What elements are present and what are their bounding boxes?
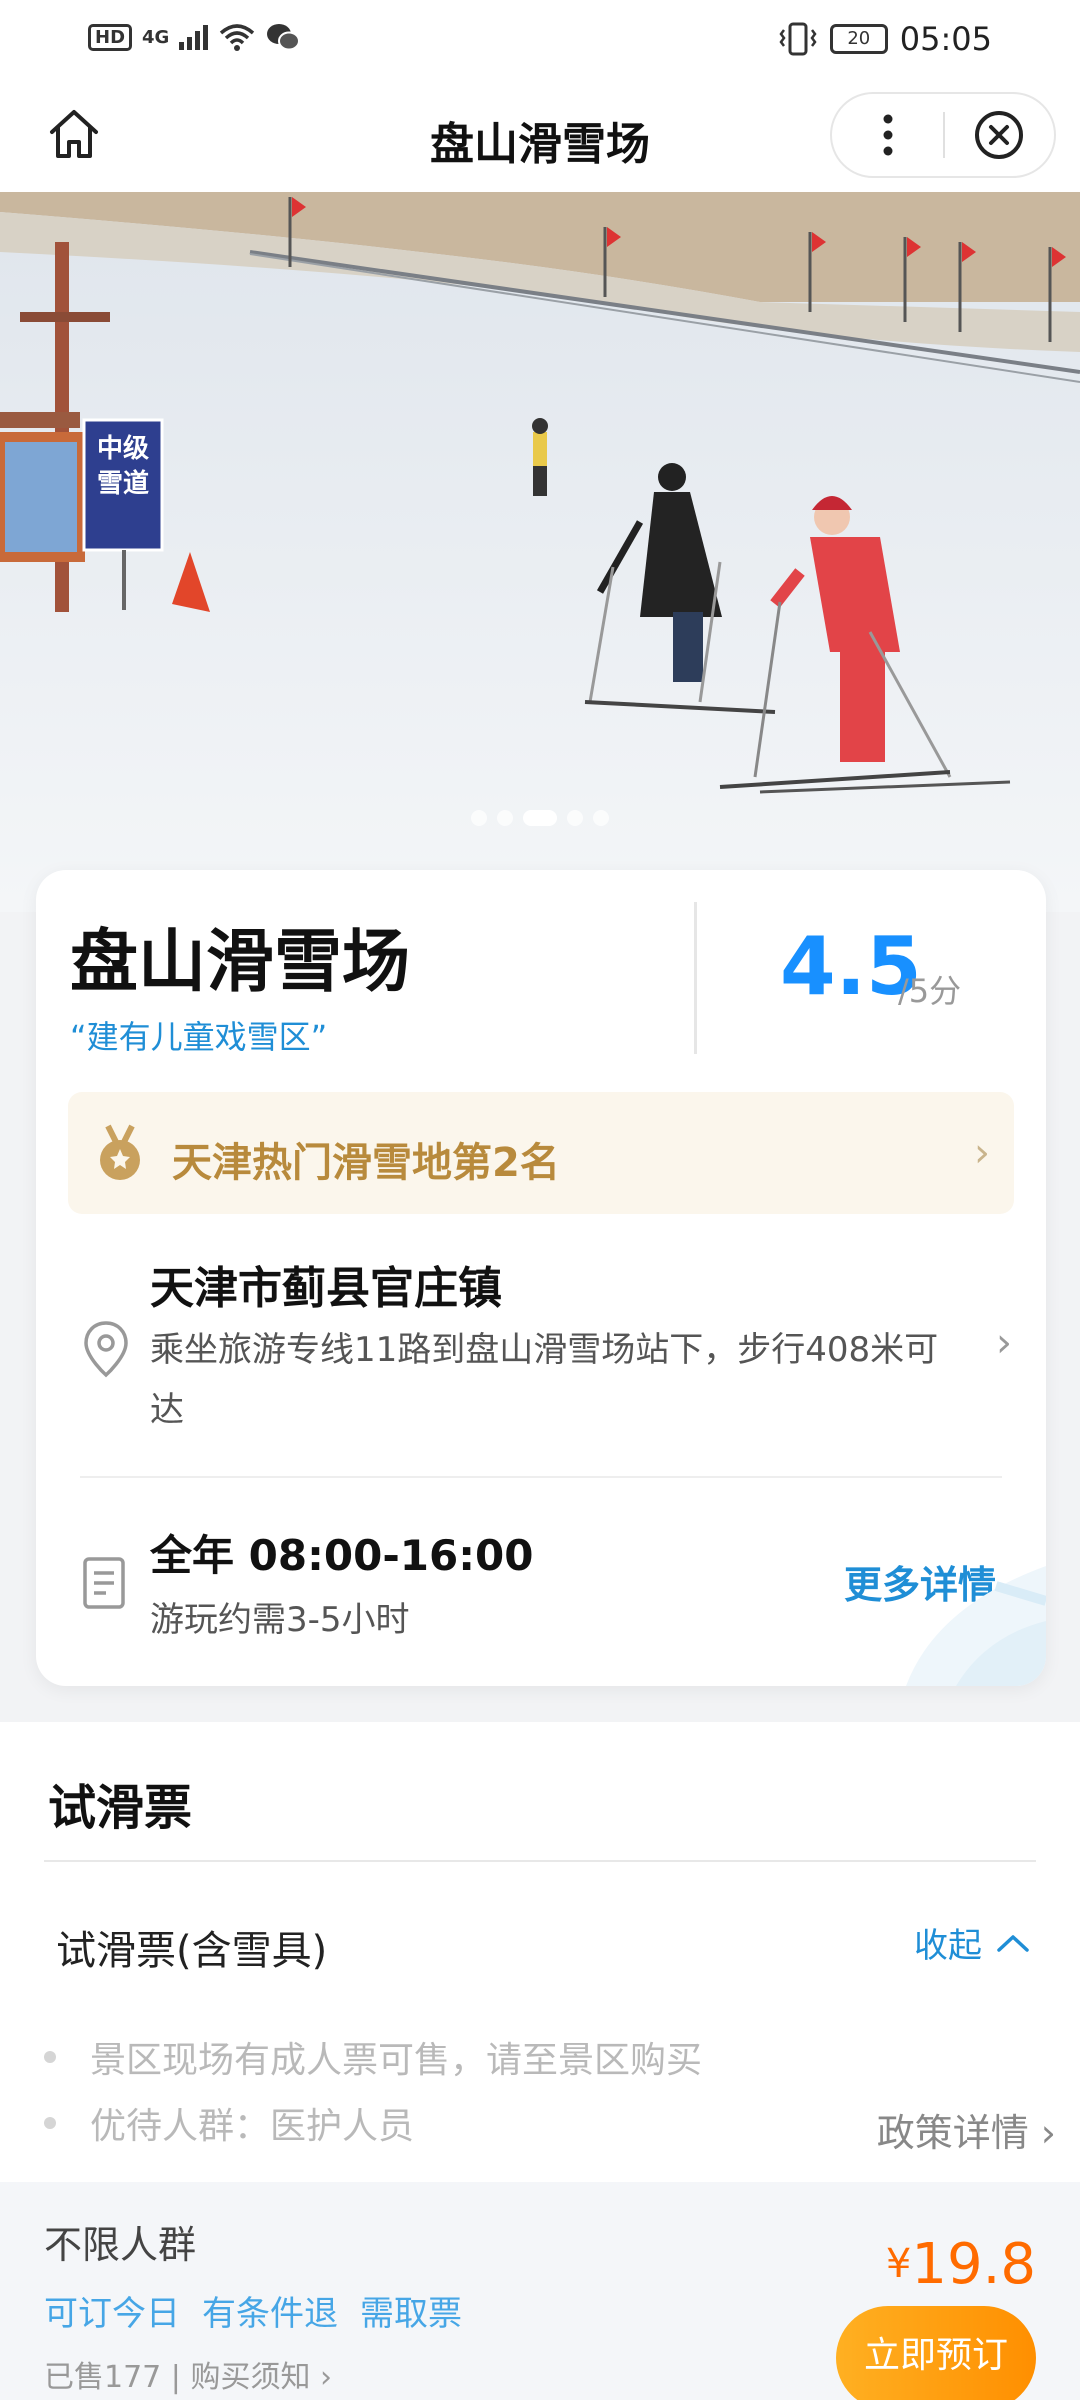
ticket-product: 不限人群 可订今日 有条件退 需取票 已售177 | 购买须知 › ¥19.8 … <box>0 2182 1080 2400</box>
collapse-label: 收起 <box>914 1926 982 1966</box>
document-icon <box>83 1557 125 1609</box>
tag-pickup: 需取票 <box>360 2294 462 2334</box>
address-title[interactable]: 天津市蓟县官庄镇 <box>150 1252 502 1316</box>
sign-text-1: 中级 <box>97 433 149 464</box>
network-label: 4G <box>142 26 170 48</box>
scenic-tagline: “建有儿童戏雪区” <box>70 1018 328 1056</box>
ticket-notes: 景区现场有成人票可售，请至景区购买 优待人群：医护人员 政策详情 › <box>44 2024 1056 2156</box>
close-button[interactable] <box>945 92 1054 178</box>
note-item: 景区现场有成人票可售，请至景区购买 <box>44 2024 1056 2090</box>
section-divider <box>44 1860 1036 1862</box>
hero-image-carousel[interactable]: 中级 雪道 <box>0 192 1080 912</box>
carousel-dot <box>567 810 583 826</box>
medal-icon <box>100 1124 140 1180</box>
status-left: HD 4G <box>88 22 301 52</box>
map-decoration <box>906 1566 1046 1686</box>
carousel-dot-active <box>523 810 557 826</box>
policy-label: 政策详情 <box>876 2111 1029 2155</box>
scenic-detail-page: HD 4G 20 05:05 盘山滑雪场 中级 雪道 盘山滑雪场 “建有儿童戏雪… <box>0 0 1080 2400</box>
carousel-dot <box>497 810 513 826</box>
note-text: 景区现场有成人票可售，请至景区购买 <box>90 2040 703 2081</box>
score-divider <box>694 902 697 1054</box>
sign-text-2: 雪道 <box>97 468 149 499</box>
mini-program-capsule <box>830 92 1056 178</box>
price: ¥19.8 <box>886 2232 1036 2297</box>
tag-book-today: 可订今日 <box>44 2294 180 2334</box>
ticket-name: 试滑票(含雪具) <box>56 1928 328 1974</box>
signal-icon <box>179 25 209 50</box>
nav-bar: 盘山滑雪场 <box>0 80 1080 192</box>
bullet-icon <box>44 2051 56 2063</box>
status-bar: HD 4G 20 05:05 <box>0 0 1080 80</box>
scenic-name: 盘山滑雪场 <box>70 923 411 1002</box>
tag-refund: 有条件退 <box>202 2294 338 2334</box>
sold-info: 已售177 | 购买须知 <box>44 2360 320 2395</box>
chevron-up-icon <box>997 1934 1029 1952</box>
collapse-button[interactable]: 收起 <box>914 1918 1030 1967</box>
note-item: 优待人群：医护人员 政策详情 › <box>44 2090 1056 2156</box>
product-tags: 可订今日 有条件退 需取票 <box>44 2286 462 2335</box>
ranking-text: 天津热门滑雪地第2名 <box>172 1140 560 1186</box>
book-now-button[interactable]: 立即预订 <box>836 2306 1036 2400</box>
visit-duration: 游玩约需3-5小时 <box>150 1600 410 1640</box>
chevron-right-icon: › <box>974 1130 990 1176</box>
info-divider <box>80 1476 1002 1478</box>
ski-slope-photo: 中级 雪道 <box>0 192 1080 912</box>
carousel-dot <box>593 810 609 826</box>
policy-details-link[interactable]: 政策详情 › <box>877 2102 1056 2157</box>
battery-icon: 20 <box>829 24 888 54</box>
carousel-indicator <box>0 810 1080 826</box>
scenic-info-card: 盘山滑雪场 “建有儿童戏雪区” 4.5 /5分 天津热门滑雪地第2名 › 天津市… <box>36 870 1046 1686</box>
ticket-section: 试滑票 试滑票(含雪具) 收起 景区现场有成人票可售，请至景区购买 优待人群：医… <box>0 1722 1080 2182</box>
location-pin-icon <box>84 1321 128 1378</box>
vibrate-icon <box>779 22 817 56</box>
more-vertical-icon <box>883 114 892 156</box>
note-text: 优待人群：医护人员 <box>90 2106 415 2147</box>
address-directions[interactable]: 乘坐旅游专线11路到盘山滑雪场站下，步行408米可达 <box>150 1320 970 1440</box>
ranking-banner[interactable]: 天津热门滑雪地第2名 › <box>68 1092 1014 1214</box>
hd-indicator: HD <box>88 23 133 51</box>
carousel-dot <box>471 810 487 826</box>
ticket-section-title: 试滑票 <box>48 1780 193 1836</box>
price-amount: 19.8 <box>911 2232 1036 2297</box>
rating-unit: /5分 <box>898 972 962 1010</box>
close-circle-icon <box>975 111 1024 159</box>
bullet-icon <box>44 2117 56 2129</box>
chevron-right-icon: › <box>996 1320 1012 1366</box>
audience-group: 不限人群 <box>44 2223 197 2267</box>
opening-hours: 全年 08:00-16:00 <box>150 1531 534 1580</box>
clock: 05:05 <box>899 20 992 58</box>
sold-info-link[interactable]: 已售177 | 购买须知 › <box>44 2352 332 2396</box>
currency-symbol: ¥ <box>885 2241 912 2287</box>
wechat-icon <box>267 24 301 51</box>
status-right: 20 05:05 <box>778 20 992 58</box>
more-button[interactable] <box>832 92 943 178</box>
wifi-icon <box>220 24 255 51</box>
